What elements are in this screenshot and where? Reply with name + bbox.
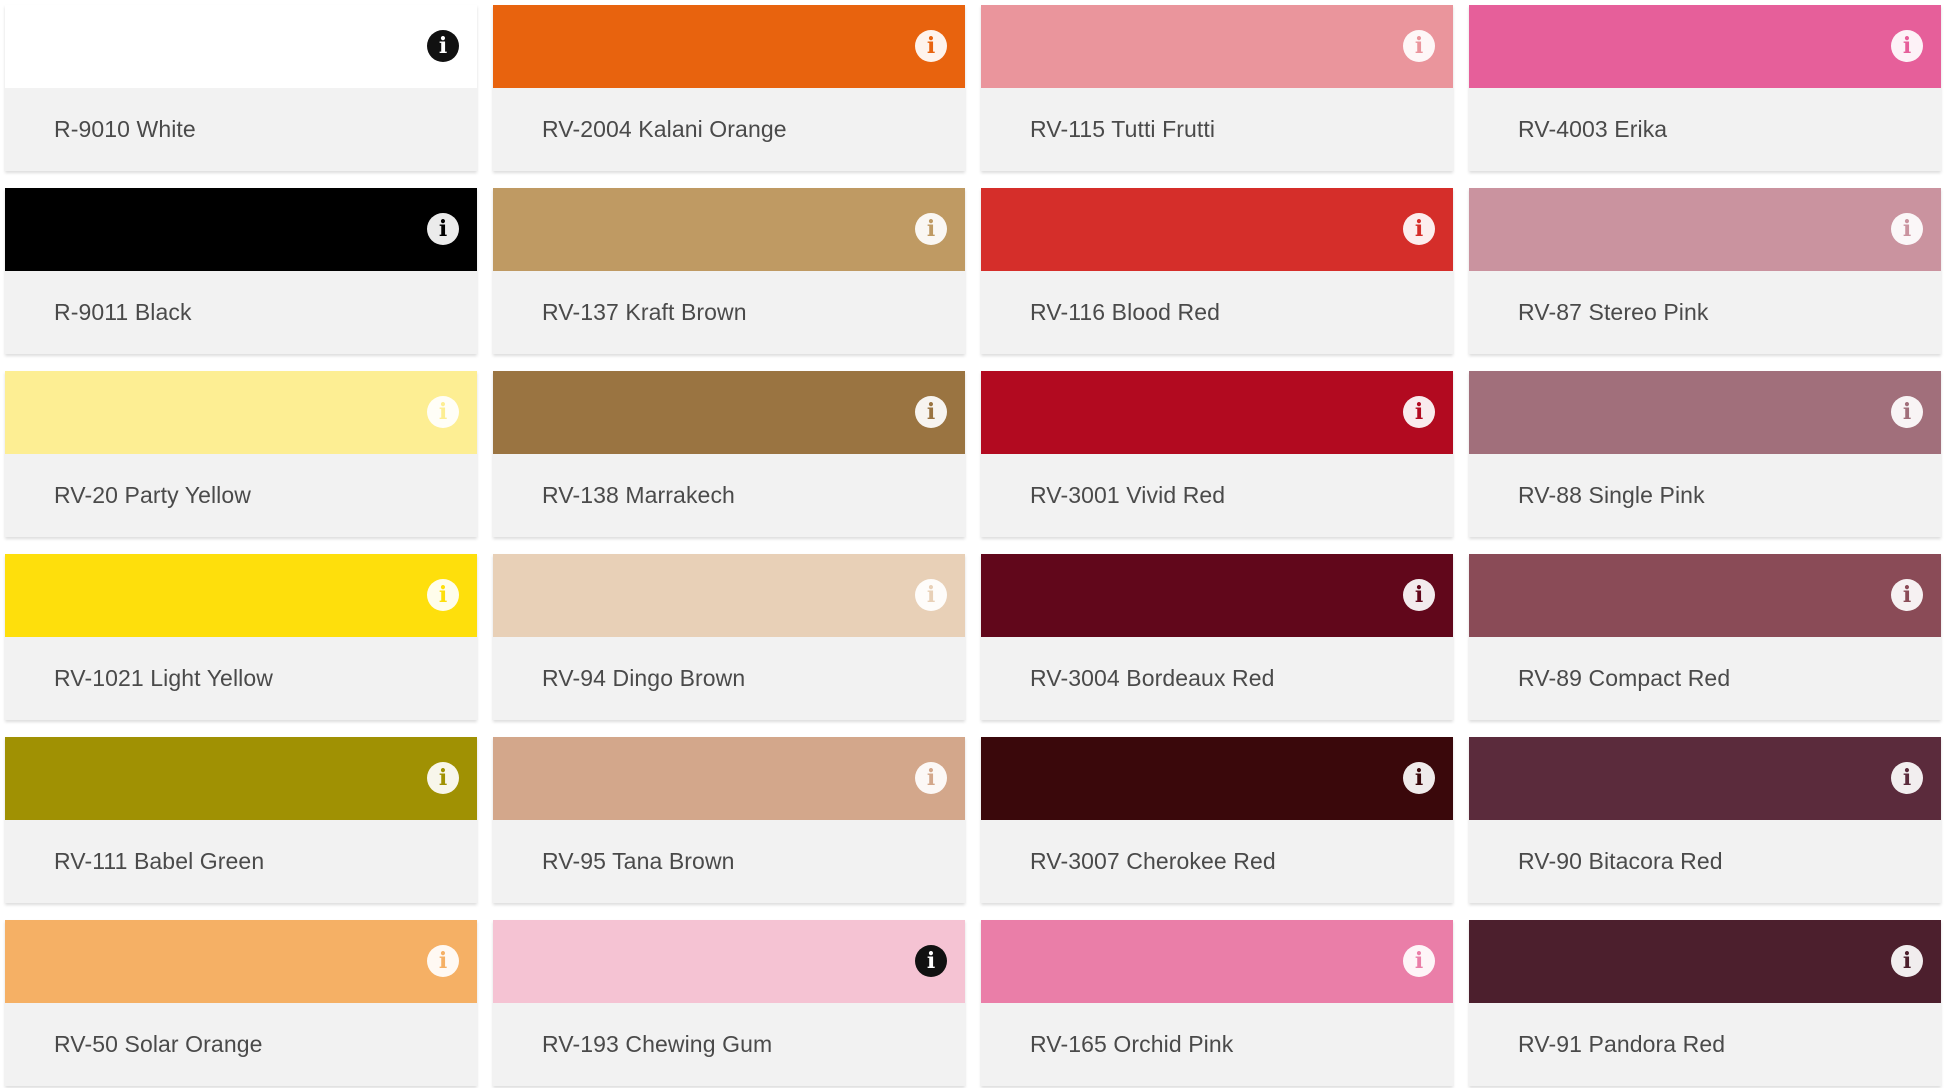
color-name-label: R-9010 White — [54, 116, 196, 142]
color-name-label: RV-88 Single Pink — [1518, 482, 1705, 508]
color-swatch[interactable]: i — [5, 371, 477, 454]
info-icon[interactable]: i — [427, 762, 459, 794]
color-name-label: RV-2004 Kalani Orange — [542, 116, 787, 142]
color-swatch[interactable]: i — [5, 554, 477, 637]
info-icon[interactable]: i — [427, 945, 459, 977]
color-swatch[interactable]: i — [1469, 554, 1941, 637]
info-icon[interactable]: i — [915, 30, 947, 62]
color-name-label: RV-4003 Erika — [1518, 116, 1668, 142]
info-icon[interactable]: i — [1403, 945, 1435, 977]
color-name-label: RV-87 Stereo Pink — [1518, 299, 1709, 325]
color-swatch[interactable]: i — [1469, 188, 1941, 271]
color-card[interactable]: i RV-88 Single Pink — [1469, 371, 1941, 537]
color-card[interactable]: i RV-193 Chewing Gum — [493, 920, 965, 1086]
color-card[interactable]: i RV-3007 Cherokee Red — [981, 737, 1453, 903]
color-card[interactable]: i RV-50 Solar Orange — [5, 920, 477, 1086]
color-name-label: RV-91 Pandora Red — [1518, 1031, 1726, 1057]
color-card[interactable]: i RV-3001 Vivid Red — [981, 371, 1453, 537]
color-card[interactable]: i RV-111 Babel Green — [5, 737, 477, 903]
color-card[interactable]: i RV-1021 Light Yellow — [5, 554, 477, 720]
color-swatch[interactable]: i — [493, 5, 965, 88]
color-swatch[interactable]: i — [1469, 371, 1941, 454]
color-swatch[interactable]: i — [981, 188, 1453, 271]
color-name-label: RV-3007 Cherokee Red — [1030, 848, 1276, 874]
color-name-label: RV-89 Compact Red — [1518, 665, 1731, 691]
color-swatch[interactable]: i — [5, 920, 477, 1003]
color-name-label: RV-137 Kraft Brown — [542, 299, 747, 325]
color-name-label: RV-138 Marrakech — [542, 482, 735, 508]
color-name-label: RV-20 Party Yellow — [54, 482, 251, 508]
color-card[interactable]: i RV-2004 Kalani Orange — [493, 5, 965, 171]
color-swatch[interactable]: i — [493, 737, 965, 820]
color-swatch[interactable]: i — [981, 920, 1453, 1003]
color-card[interactable]: i RV-4003 Erika — [1469, 5, 1941, 171]
color-card[interactable]: i RV-138 Marrakech — [493, 371, 965, 537]
color-name-label: RV-1021 Light Yellow — [54, 665, 273, 691]
info-icon[interactable]: i — [1891, 213, 1923, 245]
color-name-label: RV-3004 Bordeaux Red — [1030, 665, 1275, 691]
color-name-label: RV-94 Dingo Brown — [542, 665, 746, 691]
color-name-label: RV-193 Chewing Gum — [542, 1031, 773, 1057]
info-icon[interactable]: i — [1891, 396, 1923, 428]
color-card[interactable]: i RV-89 Compact Red — [1469, 554, 1941, 720]
color-swatch[interactable]: i — [5, 5, 477, 88]
info-icon[interactable]: i — [427, 30, 459, 62]
color-name-label: RV-3001 Vivid Red — [1030, 482, 1226, 508]
color-card[interactable]: i RV-137 Kraft Brown — [493, 188, 965, 354]
color-swatch[interactable]: i — [493, 554, 965, 637]
info-icon[interactable]: i — [1403, 396, 1435, 428]
color-swatch[interactable]: i — [981, 371, 1453, 454]
color-card[interactable]: i R-9010 White — [5, 5, 477, 171]
color-swatch-grid: i R-9010 White i RV-2004 Kalani Orange i RV-1… — [0, 0, 1946, 1088]
color-card[interactable]: i RV-94 Dingo Brown — [493, 554, 965, 720]
info-icon[interactable]: i — [915, 396, 947, 428]
color-swatch[interactable]: i — [5, 737, 477, 820]
info-icon[interactable]: i — [915, 579, 947, 611]
info-icon[interactable]: i — [427, 579, 459, 611]
color-swatch[interactable]: i — [1469, 5, 1941, 88]
color-card[interactable]: i RV-95 Tana Brown — [493, 737, 965, 903]
color-card[interactable]: i RV-20 Party Yellow — [5, 371, 477, 537]
info-icon[interactable]: i — [1403, 213, 1435, 245]
info-icon[interactable]: i — [427, 396, 459, 428]
color-swatch[interactable]: i — [981, 5, 1453, 88]
info-icon[interactable]: i — [1403, 30, 1435, 62]
color-name-label: RV-165 Orchid Pink — [1030, 1031, 1234, 1057]
color-swatch[interactable]: i — [493, 371, 965, 454]
color-name-label: RV-115 Tutti Frutti — [1030, 116, 1216, 142]
color-swatch[interactable]: i — [493, 188, 965, 271]
color-name-label: RV-111 Babel Green — [54, 848, 265, 874]
color-card[interactable]: i RV-116 Blood Red — [981, 188, 1453, 354]
color-swatch[interactable]: i — [981, 554, 1453, 637]
info-icon[interactable]: i — [915, 213, 947, 245]
color-card[interactable]: i RV-3004 Bordeaux Red — [981, 554, 1453, 720]
color-card[interactable]: i RV-115 Tutti Frutti — [981, 5, 1453, 171]
info-icon[interactable]: i — [1403, 762, 1435, 794]
info-icon[interactable]: i — [915, 945, 947, 977]
info-icon[interactable]: i — [427, 213, 459, 245]
info-icon[interactable]: i — [1891, 945, 1923, 977]
color-swatch[interactable]: i — [1469, 737, 1941, 820]
color-swatch[interactable]: i — [1469, 920, 1941, 1003]
info-icon[interactable]: i — [1891, 579, 1923, 611]
color-name-label: R-9011 Black — [54, 299, 192, 325]
color-card[interactable]: i RV-91 Pandora Red — [1469, 920, 1941, 1086]
info-icon[interactable]: i — [1891, 762, 1923, 794]
color-swatch[interactable]: i — [981, 737, 1453, 820]
color-card[interactable]: i RV-165 Orchid Pink — [981, 920, 1453, 1086]
info-icon[interactable]: i — [1403, 579, 1435, 611]
color-name-label: RV-50 Solar Orange — [54, 1031, 263, 1057]
color-swatch[interactable]: i — [493, 920, 965, 1003]
color-card[interactable]: i RV-87 Stereo Pink — [1469, 188, 1941, 354]
info-icon[interactable]: i — [915, 762, 947, 794]
color-name-label: RV-90 Bitacora Red — [1518, 848, 1723, 874]
color-swatch[interactable]: i — [5, 188, 477, 271]
color-name-label: RV-95 Tana Brown — [542, 848, 735, 874]
info-icon[interactable]: i — [1891, 30, 1923, 62]
color-card[interactable]: i R-9011 Black — [5, 188, 477, 354]
color-name-label: RV-116 Blood Red — [1030, 299, 1220, 325]
color-card[interactable]: i RV-90 Bitacora Red — [1469, 737, 1941, 903]
